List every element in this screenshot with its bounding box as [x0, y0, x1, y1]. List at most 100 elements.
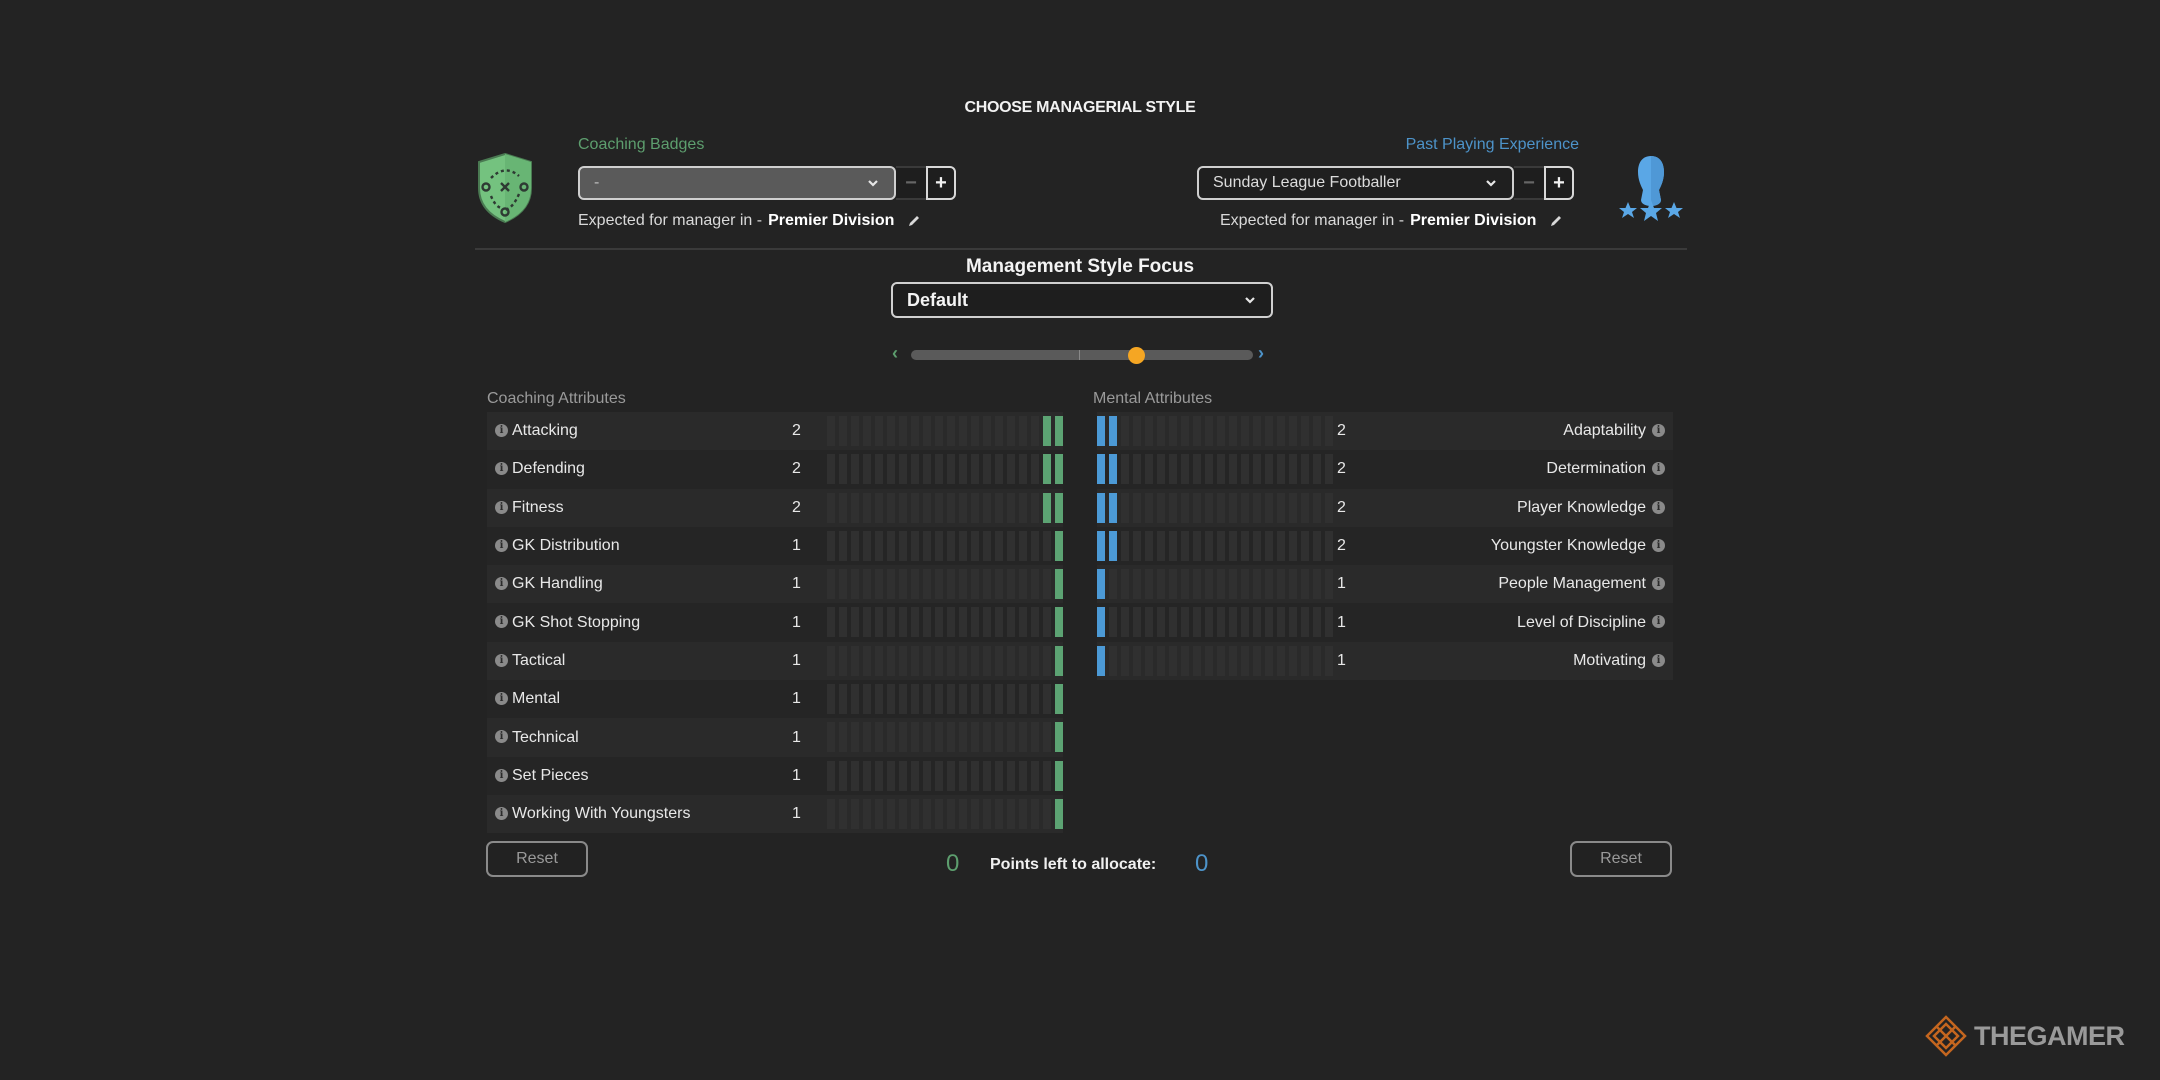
- point-segment[interactable]: [923, 569, 931, 600]
- point-segment[interactable]: [1253, 492, 1261, 523]
- point-segment[interactable]: [1043, 530, 1051, 561]
- point-segment[interactable]: [1289, 569, 1297, 600]
- point-segment[interactable]: [1007, 722, 1015, 753]
- point-segment[interactable]: [935, 760, 943, 791]
- point-segment[interactable]: [911, 798, 919, 829]
- point-segment[interactable]: [1007, 454, 1015, 485]
- point-segment[interactable]: [1133, 454, 1141, 485]
- point-segment[interactable]: [1289, 530, 1297, 561]
- point-segment[interactable]: [827, 454, 835, 485]
- point-segment[interactable]: [1301, 569, 1309, 600]
- point-segment[interactable]: [1181, 492, 1189, 523]
- point-segment[interactable]: [863, 798, 871, 829]
- point-segment[interactable]: [1109, 454, 1117, 485]
- point-segment[interactable]: [1133, 645, 1141, 676]
- point-segment[interactable]: [923, 760, 931, 791]
- point-segment[interactable]: [1109, 569, 1117, 600]
- info-icon[interactable]: i: [495, 538, 508, 552]
- point-segment[interactable]: [863, 454, 871, 485]
- point-segment[interactable]: [839, 645, 847, 676]
- point-segment[interactable]: [1031, 684, 1039, 715]
- point-segment[interactable]: [935, 416, 943, 446]
- point-segment[interactable]: [1277, 416, 1285, 446]
- point-segment[interactable]: [899, 416, 907, 446]
- point-segment[interactable]: [1301, 416, 1309, 446]
- point-segment[interactable]: [1265, 530, 1273, 561]
- point-segment[interactable]: [935, 722, 943, 753]
- point-segment[interactable]: [1217, 569, 1225, 600]
- point-segment[interactable]: [1229, 645, 1237, 676]
- point-segment[interactable]: [1253, 454, 1261, 485]
- slider-left-arrow-icon[interactable]: ‹: [892, 343, 898, 364]
- point-segment[interactable]: [1253, 416, 1261, 446]
- point-segment[interactable]: [983, 798, 991, 829]
- point-segment[interactable]: [1325, 607, 1333, 638]
- point-segment[interactable]: [1205, 569, 1213, 600]
- point-segment[interactable]: [1205, 416, 1213, 446]
- point-segment[interactable]: [839, 798, 847, 829]
- point-segment[interactable]: [875, 684, 883, 715]
- info-icon[interactable]: i: [495, 692, 508, 706]
- point-segment[interactable]: [1055, 416, 1063, 446]
- coaching-badges-decrease-button[interactable]: −: [896, 166, 926, 200]
- info-icon[interactable]: i: [495, 462, 508, 476]
- point-segment[interactable]: [851, 492, 859, 523]
- point-segment[interactable]: [1109, 645, 1117, 676]
- point-segment[interactable]: [935, 492, 943, 523]
- point-segment[interactable]: [839, 684, 847, 715]
- point-segment[interactable]: [995, 492, 1003, 523]
- point-segment[interactable]: [1031, 722, 1039, 753]
- point-segment[interactable]: [1181, 454, 1189, 485]
- point-segment[interactable]: [1169, 569, 1177, 600]
- point-segment[interactable]: [983, 645, 991, 676]
- point-segment[interactable]: [1133, 492, 1141, 523]
- point-segment[interactable]: [923, 607, 931, 638]
- point-segment[interactable]: [995, 569, 1003, 600]
- point-segment[interactable]: [1193, 416, 1201, 446]
- point-segment[interactable]: [995, 645, 1003, 676]
- info-icon[interactable]: i: [495, 615, 508, 629]
- point-segment[interactable]: [887, 530, 895, 561]
- point-segment[interactable]: [1301, 607, 1309, 638]
- attribute-points-bar[interactable]: [1097, 607, 1333, 638]
- info-icon[interactable]: i: [495, 768, 508, 782]
- point-segment[interactable]: [947, 760, 955, 791]
- point-segment[interactable]: [923, 416, 931, 446]
- point-segment[interactable]: [1265, 645, 1273, 676]
- point-segment[interactable]: [1097, 416, 1105, 446]
- point-segment[interactable]: [1289, 416, 1297, 446]
- focus-slider-track[interactable]: [911, 350, 1253, 360]
- point-segment[interactable]: [1325, 530, 1333, 561]
- point-segment[interactable]: [875, 492, 883, 523]
- point-segment[interactable]: [1043, 492, 1051, 523]
- focus-slider-thumb[interactable]: [1128, 347, 1146, 364]
- point-segment[interactable]: [911, 722, 919, 753]
- point-segment[interactable]: [1157, 454, 1165, 485]
- point-segment[interactable]: [1229, 492, 1237, 523]
- point-segment[interactable]: [983, 684, 991, 715]
- point-segment[interactable]: [1145, 530, 1153, 561]
- point-segment[interactable]: [1265, 416, 1273, 446]
- point-segment[interactable]: [971, 416, 979, 446]
- point-segment[interactable]: [851, 569, 859, 600]
- point-segment[interactable]: [995, 760, 1003, 791]
- point-segment[interactable]: [851, 722, 859, 753]
- point-segment[interactable]: [887, 645, 895, 676]
- info-icon[interactable]: i: [495, 577, 508, 591]
- point-segment[interactable]: [887, 798, 895, 829]
- point-segment[interactable]: [923, 454, 931, 485]
- attribute-points-bar[interactable]: [827, 416, 1063, 446]
- point-segment[interactable]: [899, 454, 907, 485]
- point-segment[interactable]: [1043, 760, 1051, 791]
- point-segment[interactable]: [899, 530, 907, 561]
- attribute-points-bar[interactable]: [1097, 645, 1333, 676]
- point-segment[interactable]: [863, 569, 871, 600]
- coaching-badges-increase-button[interactable]: +: [926, 166, 956, 200]
- point-segment[interactable]: [1313, 569, 1321, 600]
- point-segment[interactable]: [983, 607, 991, 638]
- point-segment[interactable]: [995, 798, 1003, 829]
- info-icon[interactable]: i: [495, 500, 508, 514]
- point-segment[interactable]: [1241, 492, 1249, 523]
- point-segment[interactable]: [1205, 492, 1213, 523]
- point-segment[interactable]: [1301, 492, 1309, 523]
